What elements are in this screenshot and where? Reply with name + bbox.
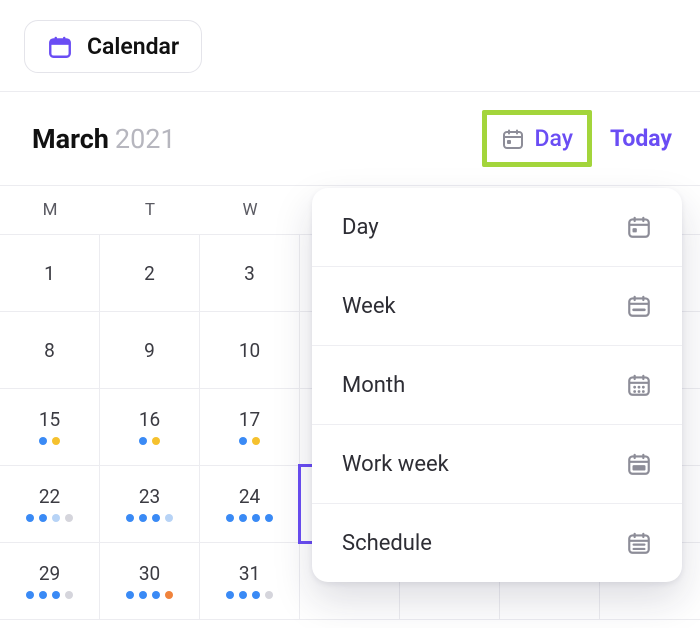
day-number: 15	[39, 408, 60, 431]
today-button[interactable]: Today	[610, 125, 672, 152]
calendar-day-cell[interactable]: 22	[0, 466, 100, 543]
calendar-day-icon	[626, 214, 652, 240]
calendar-day-icon	[501, 127, 525, 151]
event-dots	[126, 591, 173, 601]
day-number: 10	[239, 339, 260, 362]
day-number: 9	[144, 339, 155, 362]
calendar-app-icon	[47, 34, 73, 60]
calendar-week-icon	[626, 293, 652, 319]
event-dots	[26, 514, 73, 524]
weekday-header: M	[0, 186, 100, 234]
view-selector-button[interactable]: Day	[482, 110, 593, 167]
view-option-label: Month	[342, 373, 405, 398]
view-option-week[interactable]: Week	[312, 266, 682, 345]
view-option-day[interactable]: Day	[312, 188, 682, 266]
view-selector-label: Day	[535, 125, 574, 152]
event-dots	[39, 437, 60, 447]
day-number: 8	[44, 339, 55, 362]
calendar-day-cell[interactable]: 1	[0, 235, 100, 312]
day-number: 16	[139, 408, 160, 431]
calendar-pill[interactable]: Calendar	[24, 20, 202, 73]
day-number: 24	[239, 485, 260, 508]
day-number: 1	[44, 262, 55, 285]
calendar-pill-label: Calendar	[87, 33, 179, 60]
view-option-label: Week	[342, 294, 396, 319]
calendar-day-cell[interactable]: 23	[100, 466, 200, 543]
view-option-work-week[interactable]: Work week	[312, 424, 682, 503]
day-number: 22	[39, 485, 60, 508]
view-option-label: Work week	[342, 452, 449, 477]
calendar-schedule-icon	[626, 530, 652, 556]
calendar-day-cell[interactable]: 10	[200, 312, 300, 389]
event-dots	[126, 514, 173, 524]
calendar-day-cell[interactable]: 3	[200, 235, 300, 312]
day-number: 30	[139, 562, 160, 585]
day-number: 3	[244, 262, 255, 285]
calendar-day-cell[interactable]: 8	[0, 312, 100, 389]
calendar-day-cell[interactable]: 24	[200, 466, 300, 543]
day-number: 2	[144, 262, 155, 285]
calendar-day-cell[interactable]: 9	[100, 312, 200, 389]
view-dropdown: Day Week Month Work week Schedule	[312, 188, 682, 582]
event-dots	[26, 591, 73, 601]
month-year-label: March2021	[32, 123, 176, 155]
event-dots	[226, 514, 273, 524]
event-dots	[239, 437, 260, 447]
day-number: 17	[239, 408, 260, 431]
calendar-day-cell[interactable]: 16	[100, 389, 200, 466]
day-number: 31	[239, 562, 260, 585]
calendar-day-cell[interactable]: 17	[200, 389, 300, 466]
calendar-day-cell[interactable]: 31	[200, 543, 300, 620]
calendar-day-cell[interactable]: 2	[100, 235, 200, 312]
calendar-day-cell[interactable]: 15	[0, 389, 100, 466]
calendar-workweek-icon	[626, 451, 652, 477]
weekday-header: W	[200, 186, 300, 234]
event-dots	[139, 437, 160, 447]
view-option-label: Day	[342, 215, 379, 240]
weekday-header: T	[100, 186, 200, 234]
view-option-schedule[interactable]: Schedule	[312, 503, 682, 582]
calendar-day-cell[interactable]: 30	[100, 543, 200, 620]
day-number: 29	[39, 562, 60, 585]
calendar-month-icon	[626, 372, 652, 398]
event-dots	[226, 591, 273, 601]
day-number: 23	[139, 485, 160, 508]
view-option-month[interactable]: Month	[312, 345, 682, 424]
view-option-label: Schedule	[342, 531, 432, 556]
calendar-day-cell[interactable]: 29	[0, 543, 100, 620]
